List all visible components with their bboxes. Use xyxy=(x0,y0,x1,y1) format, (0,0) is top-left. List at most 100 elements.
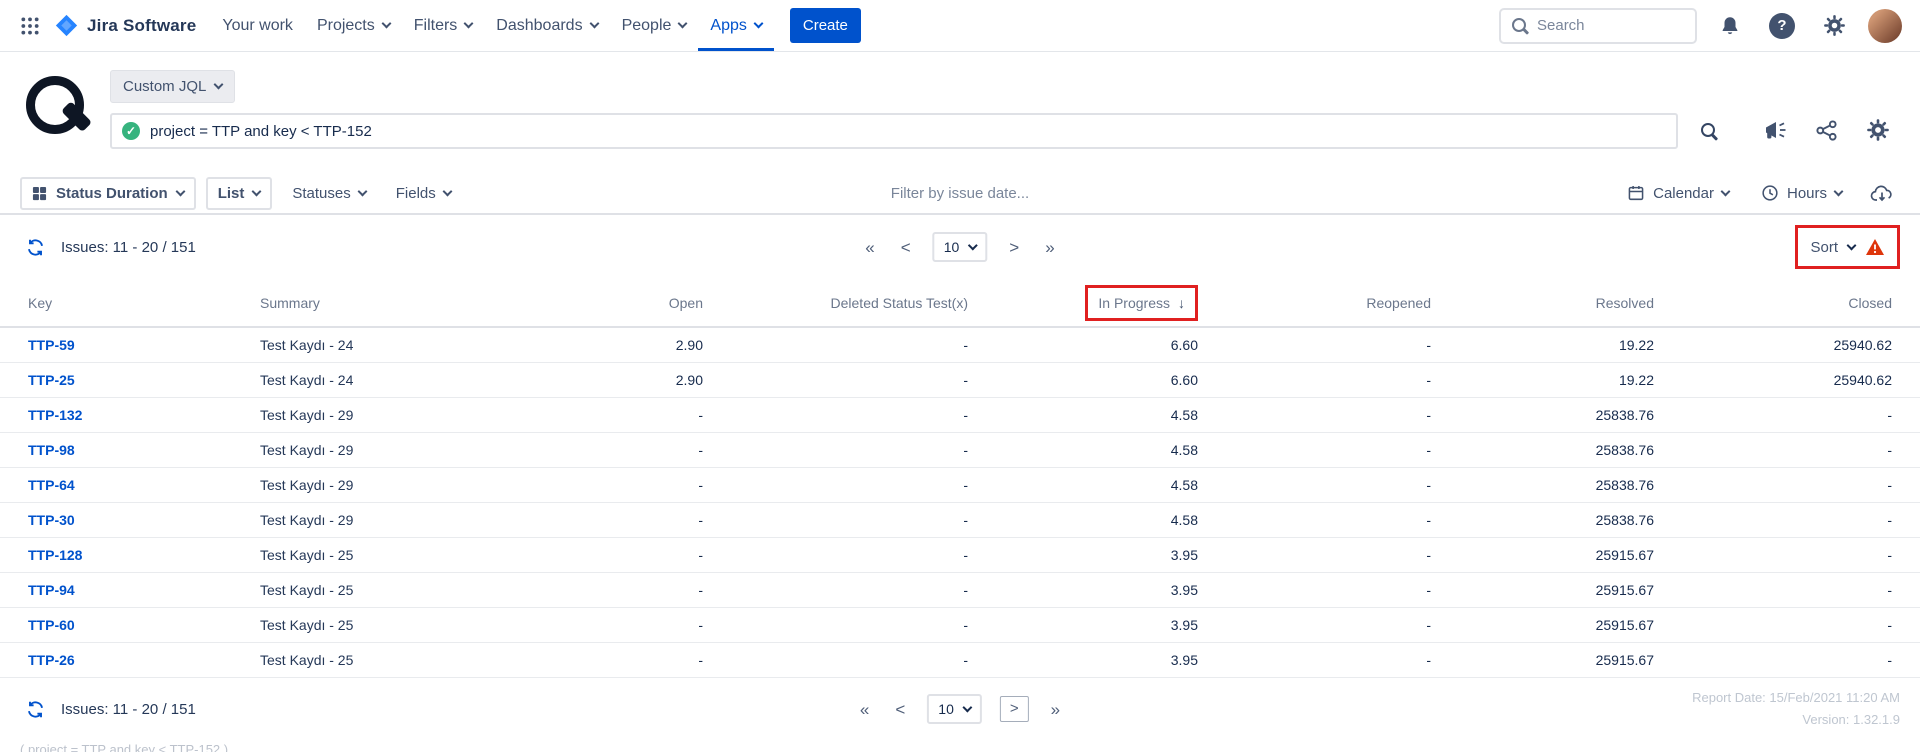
first-page-button[interactable]: « xyxy=(856,699,873,720)
share-button[interactable] xyxy=(1813,117,1840,144)
summary-cell: Test Kaydı - 29 xyxy=(218,398,518,433)
issue-key-link[interactable]: TTP-98 xyxy=(28,442,75,458)
cloud-download-icon xyxy=(1870,184,1894,203)
issue-key-link[interactable]: TTP-132 xyxy=(28,407,82,423)
prev-page-button[interactable]: < xyxy=(891,699,909,720)
last-page-button[interactable]: » xyxy=(1041,237,1058,258)
app-magnifier-logo xyxy=(24,74,90,148)
issue-key-link[interactable]: TTP-94 xyxy=(28,582,75,598)
fields-dropdown[interactable]: Fields xyxy=(386,179,461,208)
chevron-down-icon xyxy=(1721,186,1731,196)
closed-cell: 25940.62 xyxy=(1654,327,1920,363)
nav-item-filters[interactable]: Filters xyxy=(402,0,485,51)
in-progress-cell: 4.58 xyxy=(968,503,1198,538)
settings-button[interactable] xyxy=(1817,8,1852,43)
refresh-button[interactable] xyxy=(20,694,51,725)
nav-item-people[interactable]: People xyxy=(610,0,699,51)
layout-label: List xyxy=(218,185,245,202)
chevron-down-icon xyxy=(589,19,599,29)
announcement-button[interactable] xyxy=(1761,116,1789,144)
nav-item-your-work[interactable]: Your work xyxy=(210,0,305,51)
deleted-status-cell: - xyxy=(703,503,968,538)
key-cell: TTP-26 xyxy=(0,643,218,678)
view-type-dropdown[interactable]: Status Duration xyxy=(20,177,196,210)
column-header-open[interactable]: Open xyxy=(518,279,703,327)
chevron-down-icon xyxy=(753,19,763,29)
issue-key-link[interactable]: TTP-25 xyxy=(28,372,75,388)
primary-nav: Your work Projects Filters Dashboards Pe… xyxy=(210,0,774,51)
in-progress-cell: 3.95 xyxy=(968,573,1198,608)
share-icon xyxy=(1815,119,1838,142)
bell-icon xyxy=(1719,15,1741,37)
calendar-icon xyxy=(1627,184,1645,202)
page-size-select[interactable]: 10 xyxy=(927,694,982,724)
search-icon xyxy=(1511,17,1529,35)
global-search-input[interactable] xyxy=(1537,17,1685,34)
column-header-in-progress[interactable]: In Progress ↓ xyxy=(968,279,1198,327)
help-button[interactable]: ? xyxy=(1763,7,1801,45)
issues-table-body: TTP-59Test Kaydı - 242.90-6.60-19.222594… xyxy=(0,327,1920,678)
next-page-button[interactable]: > xyxy=(1005,237,1023,258)
issue-key-link[interactable]: TTP-30 xyxy=(28,512,75,528)
search-icon xyxy=(1700,122,1718,140)
closed-cell: - xyxy=(1654,503,1920,538)
deleted-status-cell: - xyxy=(703,433,968,468)
jql-input[interactable] xyxy=(150,123,1666,140)
column-header-key[interactable]: Key xyxy=(0,279,218,327)
app-switcher-button[interactable] xyxy=(14,10,46,42)
refresh-button[interactable] xyxy=(20,232,51,263)
nav-item-projects[interactable]: Projects xyxy=(305,0,402,51)
statuses-dropdown[interactable]: Statuses xyxy=(282,179,375,208)
column-header-reopened[interactable]: Reopened xyxy=(1198,279,1431,327)
gear-icon xyxy=(1866,118,1890,142)
time-unit-dropdown[interactable]: Hours xyxy=(1751,178,1852,208)
layout-dropdown[interactable]: List xyxy=(206,177,273,210)
issue-key-link[interactable]: TTP-60 xyxy=(28,617,75,633)
in-progress-cell: 4.58 xyxy=(968,398,1198,433)
issues-table: Key Summary Open Deleted Status Test(x) … xyxy=(0,279,1920,678)
column-header-summary[interactable]: Summary xyxy=(218,279,518,327)
sort-control[interactable]: Sort xyxy=(1798,228,1897,266)
page-size-select[interactable]: 10 xyxy=(933,232,988,262)
column-header-closed[interactable]: Closed xyxy=(1654,279,1920,327)
column-header-deleted-status-test[interactable]: Deleted Status Test(x) xyxy=(703,279,968,327)
chevron-down-icon xyxy=(678,19,688,29)
closed-cell: - xyxy=(1654,468,1920,503)
export-button[interactable] xyxy=(1864,178,1900,209)
next-page-button[interactable]: > xyxy=(1000,696,1029,722)
table-row: TTP-25Test Kaydı - 242.90-6.60-19.222594… xyxy=(0,363,1920,398)
closed-cell: - xyxy=(1654,643,1920,678)
create-button[interactable]: Create xyxy=(790,8,861,43)
run-search-button[interactable] xyxy=(1694,116,1724,146)
last-page-button[interactable]: » xyxy=(1047,699,1064,720)
jql-mode-dropdown[interactable]: Custom JQL xyxy=(110,70,235,103)
in-progress-cell: 6.60 xyxy=(968,363,1198,398)
issue-key-link[interactable]: TTP-26 xyxy=(28,652,75,668)
query-section: Custom JQL ✓ xyxy=(0,52,1920,173)
table-row: TTP-30Test Kaydı - 29--4.58-25838.76- xyxy=(0,503,1920,538)
issue-key-link[interactable]: TTP-59 xyxy=(28,337,75,353)
closed-cell: - xyxy=(1654,398,1920,433)
issue-key-link[interactable]: TTP-128 xyxy=(28,547,82,563)
nav-item-label: Projects xyxy=(317,17,375,35)
closed-cell: - xyxy=(1654,573,1920,608)
nav-item-dashboards[interactable]: Dashboards xyxy=(484,0,609,51)
jql-echo-label: ( project = TTP and key < TTP-152 ) xyxy=(0,740,1920,752)
summary-cell: Test Kaydı - 29 xyxy=(218,503,518,538)
column-header-resolved[interactable]: Resolved xyxy=(1431,279,1654,327)
report-settings-button[interactable] xyxy=(1864,116,1892,144)
nav-item-apps[interactable]: Apps xyxy=(698,0,773,51)
issue-key-link[interactable]: TTP-64 xyxy=(28,477,75,493)
first-page-button[interactable]: « xyxy=(861,237,878,258)
version-label: Version: 1.32.1.9 xyxy=(1692,709,1900,731)
issue-date-filter-input[interactable] xyxy=(820,185,1100,202)
reopened-cell: - xyxy=(1198,363,1431,398)
global-search[interactable] xyxy=(1499,8,1697,44)
jira-logo[interactable]: Jira Software xyxy=(50,13,206,38)
prev-page-button[interactable]: < xyxy=(897,237,915,258)
table-row: TTP-60Test Kaydı - 25--3.95-25915.67- xyxy=(0,608,1920,643)
user-avatar[interactable] xyxy=(1868,9,1902,43)
calendar-dropdown[interactable]: Calendar xyxy=(1617,178,1739,208)
notifications-button[interactable] xyxy=(1713,9,1747,43)
refresh-icon xyxy=(26,238,45,257)
